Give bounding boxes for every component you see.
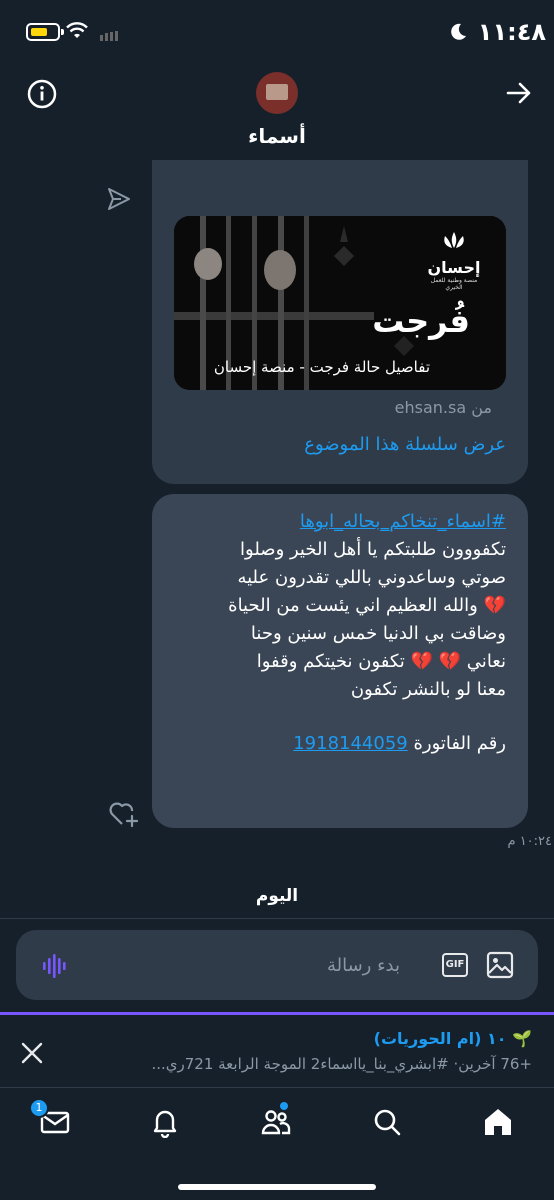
invoice-label: رقم الفاتورة <box>413 733 506 754</box>
hashtag-link[interactable]: #اسماء_تنخاكم_بحاله_ابوها <box>300 511 506 532</box>
message-bubble[interactable]: #اسماء_تنخاكم_بحاله_ابوها تكفووون طلبتكم… <box>152 494 528 828</box>
message-line: معنا لو بالنشر تكفون <box>350 679 506 700</box>
bottom-nav: 1 <box>0 1087 554 1200</box>
bell-icon <box>153 1110 177 1139</box>
sprout-icon: 🌱 <box>512 1029 532 1048</box>
moon-icon <box>451 23 466 40</box>
nav-communities[interactable] <box>260 1102 292 1138</box>
message-timestamp: ١٠:٢٤ م <box>507 834 553 849</box>
message-text: #اسماء_تنخاكم_بحاله_ابوها تكفووون طلبتكم… <box>166 508 506 704</box>
nav-search[interactable] <box>371 1106 403 1138</box>
invoice-number-link[interactable]: 1918144059 <box>293 733 408 754</box>
trend-subtitle: +76 آخرين· #ابشري_بنا_يااسماء2 الموجة ال… <box>151 1055 532 1073</box>
status-time: ١١:٤٨ <box>477 18 546 46</box>
shared-image[interactable]: إحسان منصة وطنية للعمل الخيري فُرجت تفاص… <box>174 216 506 390</box>
image-caption: تفاصيل حالة فرجت - منصة إحسان <box>213 358 430 376</box>
contact-name[interactable]: أسماء <box>0 124 554 148</box>
status-bar: ١١:٤٨ <box>0 0 554 64</box>
arrow-right-icon[interactable] <box>504 78 534 108</box>
info-icon[interactable] <box>26 78 58 110</box>
divider <box>0 918 554 919</box>
source-domain[interactable]: ehsan.sa <box>395 398 467 417</box>
trend-title-text: ١٠ (ام الحوريات) <box>373 1029 507 1048</box>
gif-icon[interactable]: GIF <box>442 953 468 977</box>
logo-tagline: منصة وطنية للعمل الخيري <box>430 277 478 291</box>
message-input[interactable] <box>140 950 400 980</box>
home-icon <box>485 1109 511 1135</box>
message-line: نعاني 💔 💔 تكفون نخيتكم وقفوا <box>256 651 506 672</box>
trend-banner[interactable]: 🌱 ١٠ (ام الحوريات) +76 آخرين· #ابشري_بنا… <box>0 1015 554 1087</box>
image-title: فُرجت <box>372 302 470 340</box>
ehsan-logo-icon <box>444 232 464 248</box>
invoice-row: رقم الفاتورة 1918144059 <box>293 730 506 758</box>
communities-dot <box>280 1102 288 1110</box>
home-indicator <box>178 1184 376 1190</box>
audio-wave-icon[interactable] <box>42 954 68 978</box>
message-line: تكفووون طلبتكم يا أهل الخير وصلوا <box>240 539 506 560</box>
day-separator: اليوم <box>255 886 299 906</box>
message-line: 💔 والله العظيم اني يئست من الحياة <box>228 595 506 616</box>
logo-name: إحسان <box>427 258 481 277</box>
conversation-header: أسماء <box>0 64 554 156</box>
people-icon <box>261 1110 291 1135</box>
image-icon[interactable] <box>486 951 514 979</box>
messages-badge: 1 <box>29 1098 49 1118</box>
wifi-icon <box>66 22 88 38</box>
heart-plus-icon[interactable] <box>108 800 140 828</box>
signal-icon <box>100 31 118 41</box>
message-line: وضاقت بي الدنيا خمس سنين وحنا <box>250 623 506 644</box>
nav-home[interactable] <box>482 1106 514 1138</box>
nav-notifications[interactable] <box>149 1106 181 1139</box>
trend-title[interactable]: 🌱 ١٠ (ام الحوريات) <box>374 1029 532 1048</box>
from-label: من <box>471 398 492 417</box>
message-line: صوتي وساعدوني باللي تقدرون عليه <box>237 567 506 588</box>
battery-icon <box>26 23 64 41</box>
message-composer: GIF <box>16 930 538 1000</box>
nav-messages[interactable]: 1 <box>29 1098 71 1138</box>
view-thread-link[interactable]: عرض سلسلة هذا الموضوع <box>304 434 506 455</box>
close-icon[interactable] <box>20 1041 44 1065</box>
source-line[interactable]: من ehsan.sa <box>395 398 492 417</box>
send-icon[interactable] <box>106 186 132 212</box>
avatar[interactable] <box>256 72 298 114</box>
shared-tweet-card[interactable]: إحسان منصة وطنية للعمل الخيري فُرجت تفاص… <box>152 160 528 484</box>
ehsan-logo: إحسان منصة وطنية للعمل الخيري <box>424 230 484 291</box>
search-icon <box>374 1109 401 1136</box>
